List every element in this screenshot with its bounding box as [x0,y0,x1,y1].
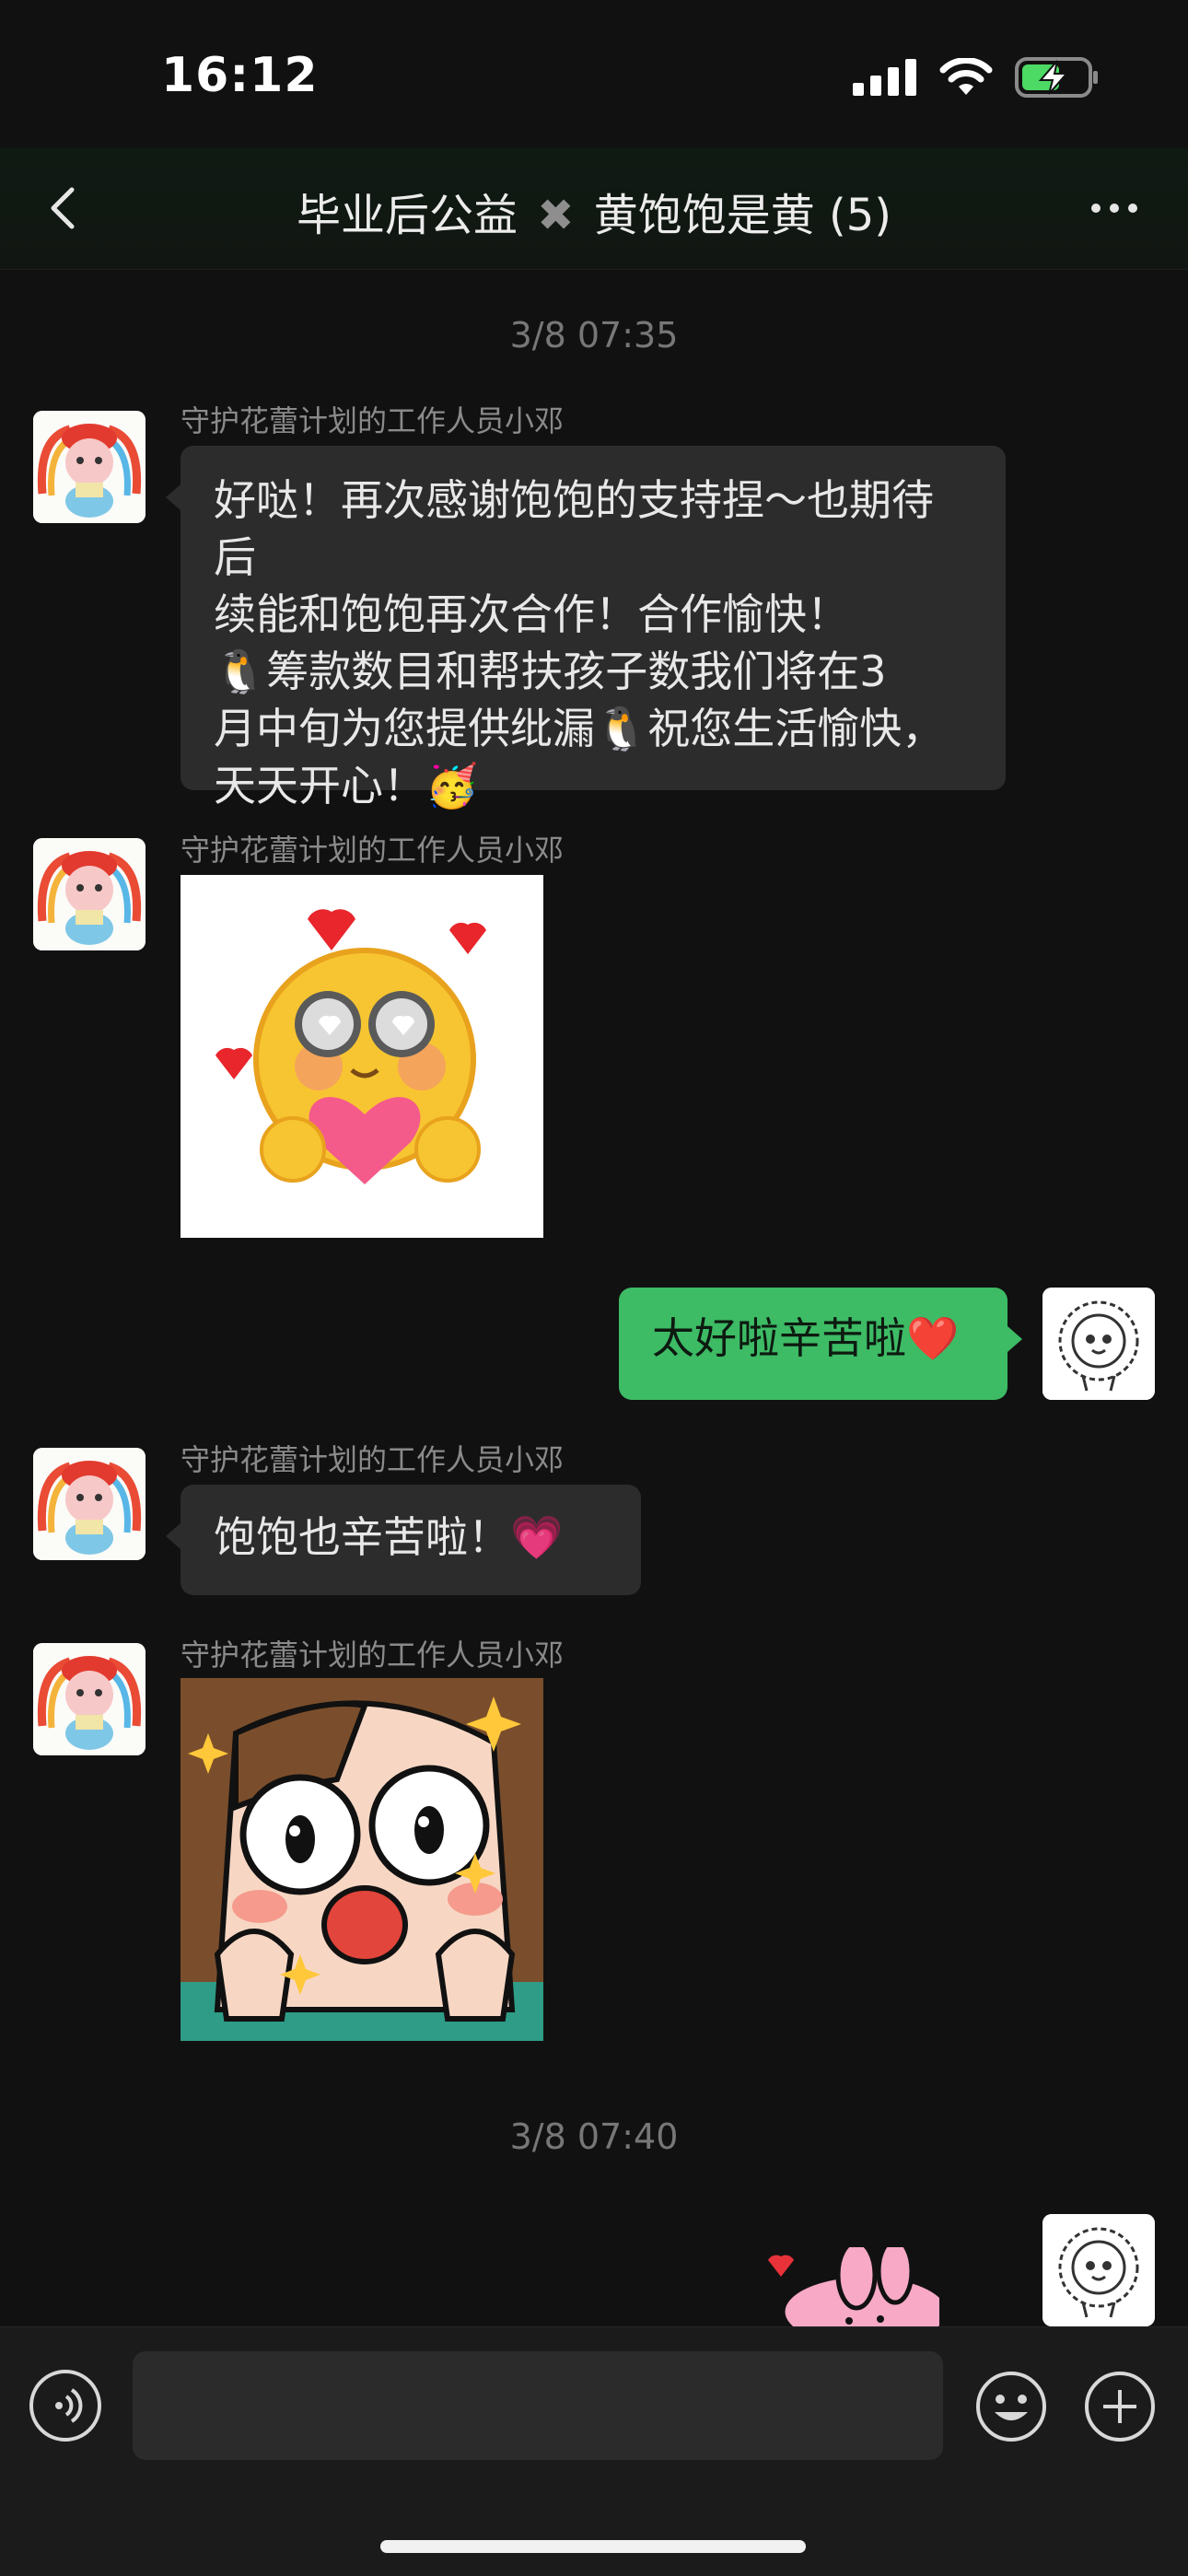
more-dot-icon [1091,204,1101,213]
sender-avatar-image [33,838,146,950]
red-heart-emoji-icon: ❤️ [906,1313,960,1363]
status-bar: 16:12 [0,0,1188,147]
message-text-line: 好哒！再次感谢饱饱的支持捏～也期待后 [214,475,934,582]
message-text-segment: 祝您生活愉快， [647,704,945,753]
avatar[interactable] [33,1643,146,1755]
message-text-segment: 饱饱也辛苦啦！ [214,1512,510,1562]
pink-bunny-sticker [768,2247,939,2326]
penguin-emoji-icon: 🐧 [595,704,648,753]
penguin-emoji-icon: 🐧 [214,647,267,696]
more-dot-icon [1128,204,1137,213]
chat-title-part2: 黄饱饱是黄 [593,190,815,241]
pink-heart-emoji-icon: 💗 [510,1512,564,1562]
emoji-button[interactable] [974,2370,1048,2443]
avatar[interactable] [33,1448,146,1560]
sender-avatar-image [33,1448,146,1560]
message-text-segment: 筹款数目和帮扶孩子数我们将在3 [266,647,887,696]
message-text-line: 续能和饱饱再次合作！合作愉快！ [214,589,849,639]
message-text-segment: 天天开心！ [214,761,425,810]
battery-charging-icon [1015,57,1098,98]
status-time: 16:12 [161,48,319,103]
avatar[interactable] [33,411,146,523]
user-avatar-image [1042,1288,1155,1400]
sender-avatar-image [33,411,146,523]
sticker-message-partial[interactable] [718,2247,939,2326]
message-bubble-outgoing[interactable]: 太好啦辛苦啦❤️ [619,1288,1022,1400]
message-bubble-incoming[interactable]: 饱饱也辛苦啦！💗 [166,1485,641,1595]
voice-input-button[interactable] [29,2370,101,2442]
my-avatar[interactable] [1042,2214,1155,2326]
message-timestamp: 3/8 07:40 [509,2116,679,2157]
user-avatar-image [1042,2214,1155,2326]
party-emoji-icon: 🥳 [425,761,479,810]
message-text-segment: 太好啦辛苦啦 [652,1313,906,1363]
cellular-signal-icon [853,59,916,96]
home-indicator[interactable] [380,2540,806,2553]
more-dot-icon [1110,204,1119,213]
sender-name: 守护花蕾计划的工作人员小邓 [181,1442,565,1477]
chat-title: 毕业后公益 ✖ 黄饱饱是黄 (5) [0,179,1188,243]
chat-header: 毕业后公益 ✖ 黄饱饱是黄 (5) [0,147,1188,270]
message-text-segment: 月中旬为您提供纰漏 [214,704,595,753]
more-actions-button[interactable] [1083,2370,1157,2443]
sender-name: 守护花蕾计划的工作人员小邓 [181,403,565,438]
emoji-face-icon [976,2372,1046,2442]
excited-girl-sticker [181,1678,543,2041]
member-count: (5) [829,190,892,241]
message-input[interactable] [133,2351,943,2460]
message-text-line: 月中旬为您提供纰漏🐧祝您生活愉快， [214,700,973,757]
my-avatar[interactable] [1042,1288,1155,1400]
message-bubble-incoming[interactable]: 好哒！再次感谢饱饱的支持捏～也期待后 续能和饱饱再次合作！合作愉快！ 🐧筹款数目… [166,446,1006,810]
avatar[interactable] [33,838,146,950]
input-bar [0,2326,1188,2576]
sender-name: 守护花蕾计划的工作人员小邓 [181,833,565,868]
chat-title-part1: 毕业后公益 [296,190,518,241]
sender-name: 守护花蕾计划的工作人员小邓 [181,1638,565,1673]
sticker-message[interactable] [181,1678,543,2041]
title-separator: ✖ [537,190,575,241]
voice-icon [55,2388,83,2423]
heart-eyes-emoji-sticker [215,909,486,1184]
status-icons [853,57,1100,98]
sticker-message[interactable] [181,875,543,1238]
plus-icon [1085,2372,1155,2442]
message-text-line: 天天开心！🥳 [214,757,973,814]
more-options-button[interactable] [1077,181,1151,236]
wifi-icon [939,58,993,95]
sender-avatar-image [33,1643,146,1755]
message-timestamp: 3/8 07:35 [509,315,679,356]
message-text-line: 🐧筹款数目和帮扶孩子数我们将在3 [214,643,973,700]
